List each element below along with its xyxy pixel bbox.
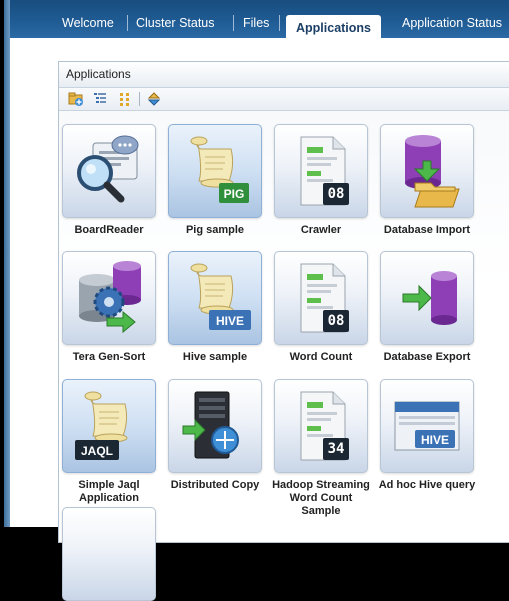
app-word-count[interactable]: 08 Word Count <box>271 251 371 364</box>
badge-text: 08 <box>327 186 345 202</box>
panel-title: Applications <box>59 62 509 88</box>
app-distributed-copy[interactable]: Distributed Copy <box>165 379 265 492</box>
database-import-icon <box>405 135 460 208</box>
badge-text: HIVE <box>215 314 244 328</box>
document-calendar-icon <box>300 136 349 206</box>
app-database-export[interactable]: Database Export <box>377 251 477 364</box>
app-tile[interactable]: HIVE <box>380 379 474 473</box>
magnifier-document-icon <box>77 135 139 203</box>
app-label: Hadoop Streaming Word Count Sample <box>272 479 370 517</box>
app-crawler[interactable]: 08 Crawler <box>271 124 371 237</box>
app-tera-gen-sort[interactable]: Tera Gen-Sort <box>59 251 159 364</box>
app-boardreader[interactable]: BoardReader <box>59 124 159 237</box>
app-tile[interactable] <box>380 124 474 218</box>
tab-divider <box>279 15 280 31</box>
app-label: Word Count <box>289 351 353 363</box>
app-tile[interactable]: 08 <box>274 251 368 345</box>
app-tile[interactable] <box>62 251 156 345</box>
panel-toolbar <box>59 88 509 111</box>
tab-bar: Welcome Cluster Status Files Application… <box>10 0 509 39</box>
app-tile[interactable]: JAQL <box>62 379 156 473</box>
app-tile[interactable] <box>62 507 156 601</box>
database-gear-icon <box>79 261 141 334</box>
app-label: Database Import <box>383 224 471 236</box>
app-label: Database Export <box>383 351 471 363</box>
scroll-icon <box>190 263 251 330</box>
database-export-icon <box>402 271 457 325</box>
add-folder-icon[interactable] <box>68 91 84 107</box>
app-tile[interactable]: HIVE <box>168 251 262 345</box>
app-label: Pig sample <box>185 224 245 236</box>
scroll-icon <box>75 391 128 460</box>
app-tile[interactable]: PIG <box>168 124 262 218</box>
app-simple-jaql-application[interactable]: JAQL Simple Jaql Application <box>59 379 159 505</box>
applications-panel: Applications BoardReader PIG Pig sample … <box>58 61 509 601</box>
app-pig-sample[interactable]: PIG Pig sample <box>165 124 265 237</box>
refresh-icon[interactable] <box>146 91 162 107</box>
scroll-icon <box>190 136 249 203</box>
app-label: Ad hoc Hive query <box>378 479 476 491</box>
app-label: Simple Jaql Application <box>78 479 140 504</box>
badge-text: PIG <box>223 187 245 201</box>
tab-files[interactable]: Files <box>243 16 269 30</box>
app-label: Tera Gen-Sort <box>72 351 146 363</box>
tab-application-status[interactable]: Application Status <box>402 16 502 30</box>
app-tile[interactable] <box>168 379 262 473</box>
app-label: Crawler <box>300 224 342 236</box>
grid-view-icon[interactable] <box>117 91 133 107</box>
tab-welcome[interactable]: Welcome <box>62 16 114 30</box>
document-calendar-icon <box>300 263 349 333</box>
server-icon <box>182 391 239 459</box>
badge-text: 34 <box>327 441 345 457</box>
badge-text: 08 <box>327 313 345 329</box>
app-hadoop-streaming-word-count[interactable]: 34 Hadoop Streaming Word Count Sample <box>271 379 371 518</box>
tab-divider <box>233 15 234 31</box>
app-label: Hive sample <box>182 351 248 363</box>
hive-window-icon <box>394 401 460 451</box>
badge-text: HIVE <box>420 433 449 447</box>
app-tile[interactable]: 08 <box>274 124 368 218</box>
tab-applications[interactable]: Applications <box>286 15 382 39</box>
toolbar-divider <box>139 92 140 106</box>
app-tile[interactable]: 34 <box>274 379 368 473</box>
app-label: Distributed Copy <box>170 479 260 491</box>
app-hive-sample[interactable]: HIVE Hive sample <box>165 251 265 364</box>
tab-cluster-status[interactable]: Cluster Status <box>136 16 215 30</box>
document-calendar-icon <box>300 391 349 461</box>
app-database-import[interactable]: Database Import <box>377 124 477 237</box>
app-tile[interactable] <box>62 124 156 218</box>
badge-text: JAQL <box>80 444 113 458</box>
applications-grid: BoardReader PIG Pig sample 08 Crawler Da… <box>59 111 509 601</box>
app-tile[interactable] <box>380 251 474 345</box>
app-label: BoardReader <box>74 224 144 236</box>
tab-divider <box>127 15 128 31</box>
app-partial[interactable] <box>59 507 159 601</box>
app-ad-hoc-hive-query[interactable]: HIVE Ad hoc Hive query <box>377 379 477 492</box>
list-view-icon[interactable] <box>92 91 108 107</box>
